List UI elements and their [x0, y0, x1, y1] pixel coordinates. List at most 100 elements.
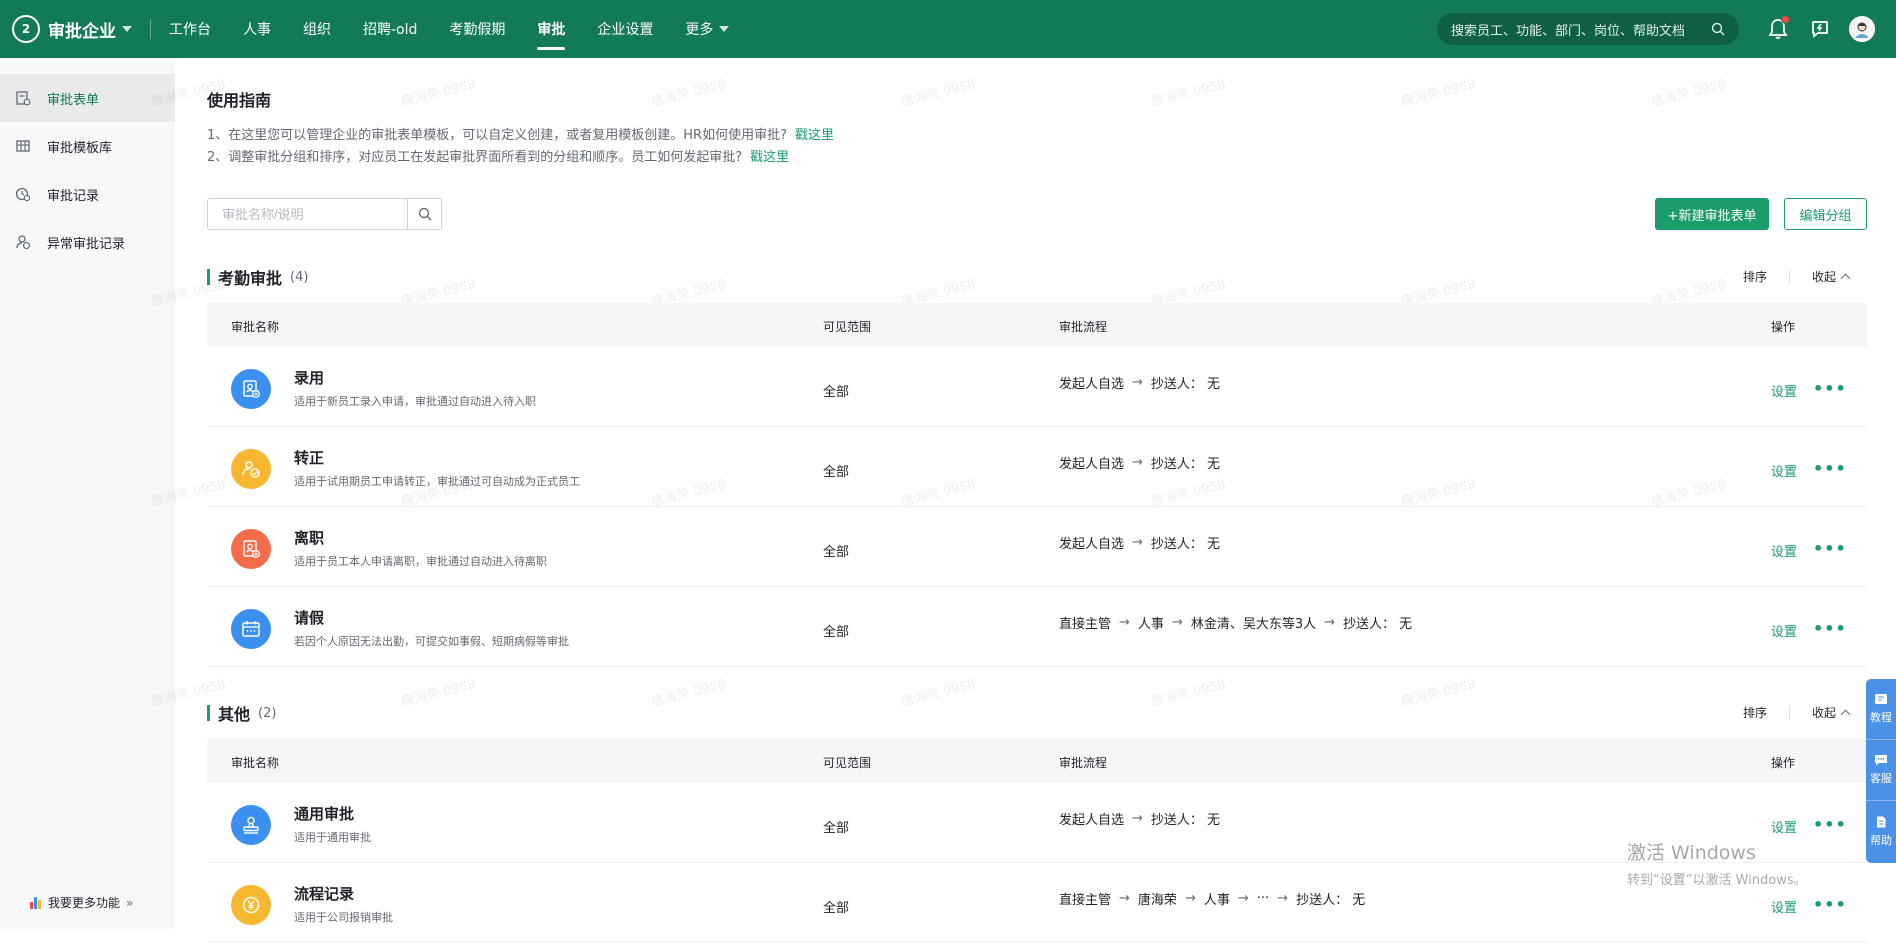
- arrow-right-icon: →: [1171, 615, 1183, 630]
- nav-hr[interactable]: 人事: [243, 0, 271, 58]
- settings-link[interactable]: 设置: [1771, 897, 1797, 916]
- sidebar-item-label: 审批模板库: [47, 140, 113, 156]
- sidebar-item-approval-records[interactable]: 审批记录: [0, 170, 175, 218]
- collapse-button[interactable]: 收起: [1812, 268, 1836, 285]
- settings-link[interactable]: 设置: [1771, 541, 1797, 560]
- nav-recruit[interactable]: 招聘-old: [363, 0, 417, 58]
- sort-button[interactable]: 排序: [1743, 704, 1767, 721]
- approval-flow: 直接主管 → 人事 → 林金清、吴大东等3人 → 抄送人： 无: [1059, 613, 1412, 632]
- watermark: 唐海荣 0958: [1399, 76, 1478, 110]
- flow-step: 发起人自选: [1059, 377, 1125, 392]
- approval-search: [207, 198, 442, 230]
- flow-step: 发起人自选: [1059, 813, 1125, 828]
- header-op: 操作: [1771, 756, 1796, 770]
- nav-attendance[interactable]: 考勤假期: [449, 0, 505, 58]
- approval-scope: 全部: [823, 625, 850, 640]
- avatar: [1849, 16, 1875, 42]
- flow-step: 唐海荣: [1137, 893, 1177, 908]
- approval-scope: 全部: [823, 465, 850, 480]
- nav-approval[interactable]: 审批: [537, 0, 566, 58]
- windows-activation-notice: 激活 Windows 转到“设置”以激活 Windows。: [1627, 838, 1807, 888]
- search-button[interactable]: [407, 199, 441, 229]
- new-approval-form-button[interactable]: +新建审批表单: [1655, 198, 1769, 230]
- activation-title: 激活 Windows: [1627, 842, 1756, 864]
- approval-flow: 发起人自选 → 抄送人： 无: [1059, 453, 1220, 472]
- more-features-link[interactable]: 我要更多功能 »: [30, 894, 133, 911]
- group-name: 其他: [218, 705, 251, 724]
- header-name: 审批名称: [231, 756, 280, 770]
- form-icon: [14, 89, 32, 107]
- guide-link-employee[interactable]: 戳这里: [750, 150, 789, 165]
- flow-step: 直接主管: [1059, 617, 1112, 632]
- edit-group-button[interactable]: 编辑分组: [1784, 198, 1867, 230]
- company-logo: 2: [12, 15, 40, 43]
- approval-flow: 发起人自选 → 抄送人： 无: [1059, 809, 1220, 828]
- settings-link[interactable]: 设置: [1771, 817, 1797, 836]
- approval-scope: 全部: [823, 385, 850, 400]
- arrow-right-icon: →: [1119, 615, 1130, 630]
- global-search[interactable]: 搜索员工、功能、部门、岗位、帮助文档: [1437, 13, 1739, 45]
- divider: [1788, 705, 1790, 720]
- chevron-down-icon: [719, 26, 730, 32]
- more-options-icon[interactable]: •••: [1813, 379, 1847, 398]
- help-button[interactable]: 帮助: [1866, 801, 1896, 862]
- flow-cc: 抄送人： 无: [1150, 537, 1221, 552]
- settings-link[interactable]: 设置: [1771, 461, 1797, 480]
- flow-cc: 抄送人： 无: [1150, 377, 1221, 392]
- guide-link-hr[interactable]: 戳这里: [795, 128, 834, 143]
- tutorial-button[interactable]: 教程: [1866, 679, 1896, 740]
- collapse-button[interactable]: 收起: [1812, 704, 1836, 721]
- chat-icon: [1875, 755, 1887, 766]
- search-icon: [1711, 22, 1725, 36]
- more-options-icon[interactable]: •••: [1813, 815, 1847, 834]
- sort-button[interactable]: 排序: [1743, 268, 1767, 285]
- table-header: 审批名称 可见范围 审批流程 操作: [207, 303, 1867, 347]
- settings-link[interactable]: 设置: [1771, 621, 1797, 640]
- nav-settings[interactable]: 企业设置: [597, 0, 653, 58]
- guide-line-1: 1、在这里您可以管理企业的审批表单模板，可以自定义创建，或者复用模板创建。HR如…: [207, 124, 834, 143]
- brand-switcher[interactable]: 2 审批企业: [0, 0, 132, 58]
- group-accent-bar: [207, 705, 210, 721]
- more-options-icon[interactable]: •••: [1813, 459, 1847, 478]
- approval-title: 通用审批: [294, 805, 355, 823]
- template-icon: [14, 137, 32, 155]
- arrow-right-icon: →: [1132, 535, 1143, 550]
- approval-scope: 全部: [823, 545, 850, 560]
- calendar-icon: [231, 609, 271, 649]
- table-row: 流程记录 适用于公司报销审批 全部 直接主管 → 唐海荣 → 人事 → ··· → 抄送人： 无…: [207, 863, 1867, 943]
- settings-link[interactable]: 设置: [1771, 381, 1797, 400]
- approval-desc: 适用于通用审批: [294, 831, 371, 844]
- user-avatar[interactable]: [1848, 15, 1876, 43]
- customer-service-button[interactable]: 客服: [1866, 740, 1896, 801]
- header-flow: 审批流程: [1059, 320, 1108, 334]
- stamp-icon: [231, 805, 271, 845]
- table-header: 审批名称 可见范围 审批流程 操作: [207, 739, 1867, 783]
- more-options-icon[interactable]: •••: [1813, 895, 1847, 914]
- flow-step: 直接主管: [1059, 893, 1112, 908]
- feedback-icon[interactable]: [1806, 15, 1834, 43]
- sidebar-item-template-library[interactable]: 审批模板库: [0, 122, 175, 170]
- sidebar-item-approval-forms[interactable]: 审批表单: [0, 74, 175, 122]
- bell-icon[interactable]: [1764, 15, 1792, 43]
- sidebar-item-label: 审批记录: [47, 188, 100, 204]
- sidebar-item-abnormal-records[interactable]: 异常审批记录: [0, 218, 175, 266]
- watermark: 唐海荣 0958: [399, 76, 478, 110]
- more-options-icon[interactable]: •••: [1813, 619, 1847, 638]
- nav-org[interactable]: 组织: [303, 0, 331, 58]
- approval-scope: 全部: [823, 901, 850, 916]
- header-op: 操作: [1771, 320, 1796, 334]
- arrow-right-icon: →: [1119, 891, 1130, 906]
- group-actions: 排序 收起: [1743, 268, 1851, 285]
- nav-more[interactable]: 更多: [685, 0, 730, 58]
- search-icon: [418, 207, 431, 221]
- more-options-icon[interactable]: •••: [1813, 539, 1847, 558]
- flow-cc: 抄送人： 无: [1343, 617, 1413, 632]
- onboard-icon: [231, 369, 271, 409]
- guide-line-1-text: 1、在这里您可以管理企业的审批表单模板，可以自定义创建，或者复用模板创建。HR如…: [207, 128, 787, 143]
- guide-line-2-text: 2、调整审批分组和排序，对应员工在发起审批界面所看到的分组和顺序。员工如何发起审…: [207, 150, 743, 165]
- watermark: 唐海荣 0958: [1149, 76, 1228, 110]
- approval-desc: 适用于员工本人申请离职，审批通过自动进入待离职: [294, 555, 547, 568]
- nav-workbench[interactable]: 工作台: [169, 0, 211, 58]
- flow-cc: 抄送人： 无: [1150, 813, 1221, 828]
- approval-search-input[interactable]: [208, 199, 407, 229]
